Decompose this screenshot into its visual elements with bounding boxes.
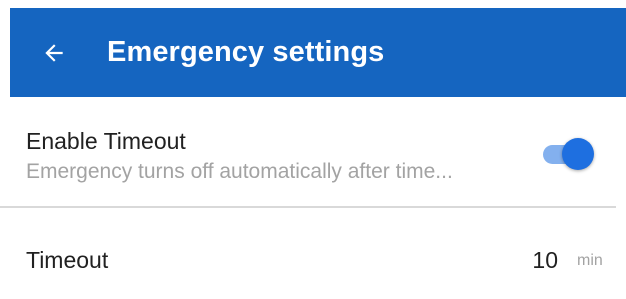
enable-timeout-switch[interactable] (541, 137, 597, 171)
enable-timeout-row[interactable] (10, 97, 626, 215)
enable-timeout-title: Enable Timeout (26, 128, 186, 154)
back-button[interactable] (37, 36, 71, 70)
timeout-label: Timeout (26, 247, 109, 273)
timeout-value[interactable]: 10 (520, 247, 558, 274)
page-title: Emergency settings (107, 36, 385, 68)
enable-timeout-subtitle: Emergency turns off automatically after … (26, 160, 453, 183)
app-bar: Emergency settings (10, 8, 626, 97)
arrow-left-icon (45, 44, 63, 62)
timeout-unit: min (577, 252, 603, 269)
switch-thumb (562, 138, 594, 170)
